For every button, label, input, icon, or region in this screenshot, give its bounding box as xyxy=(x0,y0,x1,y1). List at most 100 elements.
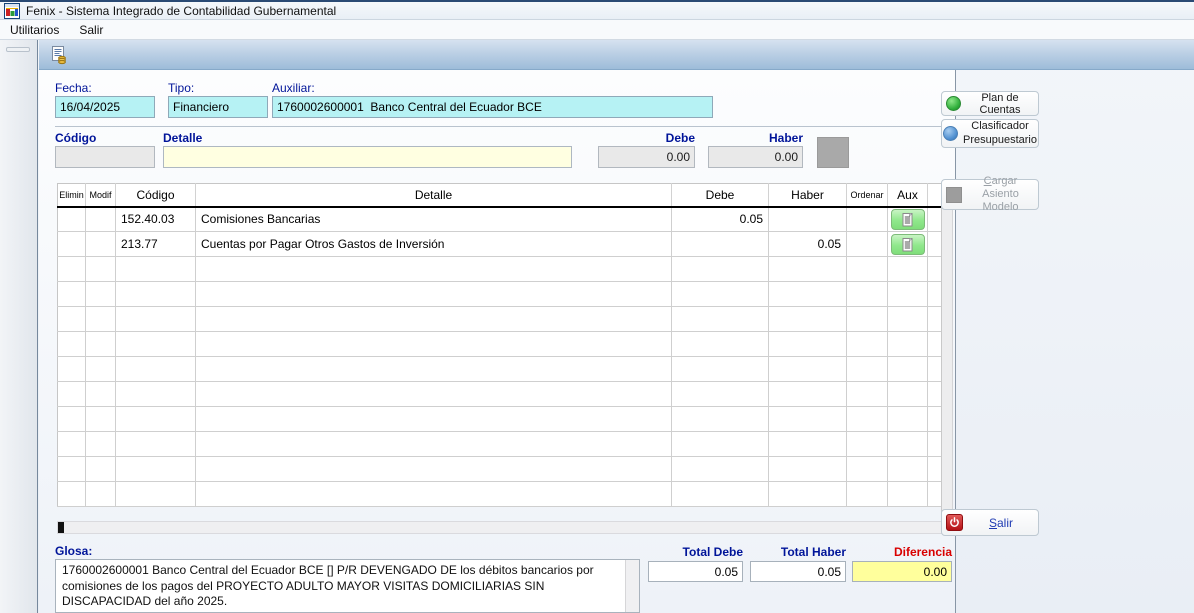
cell-aux xyxy=(888,307,928,332)
cell-ordenar xyxy=(847,207,888,232)
window-title: Fenix - Sistema Integrado de Contabilida… xyxy=(26,4,336,18)
cell-elimin xyxy=(58,432,86,457)
auxiliar-input[interactable] xyxy=(272,96,713,118)
cell-aux xyxy=(888,407,928,432)
cell-haber xyxy=(769,332,847,357)
glosa-text: 1760002600001 Banco Central del Ecuador … xyxy=(62,563,594,608)
debe-input[interactable] xyxy=(598,146,695,168)
cell-haber: 0.05 xyxy=(769,232,847,257)
cargar-asiento-modelo-button[interactable]: Cargar Asiento Modelo xyxy=(941,179,1039,210)
debe-label: Debe xyxy=(598,131,695,145)
form-separator xyxy=(55,126,952,127)
cell-codigo xyxy=(116,407,196,432)
aux-button[interactable] xyxy=(891,209,925,230)
cell-detalle xyxy=(196,257,672,282)
fecha-label: Fecha: xyxy=(55,81,92,95)
cell-modif xyxy=(86,307,116,332)
col-header-detalle: Detalle xyxy=(196,184,672,207)
aux-button[interactable] xyxy=(891,234,925,255)
table-row xyxy=(58,432,942,457)
cell-elimin xyxy=(58,207,86,232)
cell-debe xyxy=(672,307,769,332)
add-line-button[interactable] xyxy=(817,137,849,168)
cell-debe xyxy=(672,432,769,457)
app-icon xyxy=(4,3,20,19)
cargar-asiento-label: Cargar Asiento Modelo xyxy=(967,175,1034,215)
cell-debe xyxy=(672,407,769,432)
cell-aux xyxy=(888,282,928,307)
cell-aux xyxy=(888,357,928,382)
entries-grid: Elimin Modif Código Detalle Debe Haber O… xyxy=(57,183,942,507)
col-header-ordenar: Ordenar xyxy=(847,184,888,207)
cell-haber xyxy=(769,307,847,332)
cell-elimin xyxy=(58,457,86,482)
haber-input[interactable] xyxy=(708,146,803,168)
grid-horizontal-scrollbar[interactable] xyxy=(57,521,953,534)
cell-codigo: 213.77 xyxy=(116,232,196,257)
total-debe-label: Total Debe xyxy=(648,545,743,559)
fecha-input[interactable] xyxy=(55,96,155,118)
cell-filler xyxy=(928,257,942,282)
glosa-scrollbar[interactable] xyxy=(625,560,639,612)
table-row[interactable]: 213.77Cuentas por Pagar Otros Gastos de … xyxy=(58,232,942,257)
scrollbar-thumb[interactable] xyxy=(58,522,64,533)
cell-modif xyxy=(86,257,116,282)
col-header-codigo: Código xyxy=(116,184,196,207)
glosa-textarea[interactable]: 1760002600001 Banco Central del Ecuador … xyxy=(55,559,640,613)
col-header-filler xyxy=(928,184,942,207)
detalle-input[interactable] xyxy=(163,146,572,168)
clasificador-presupuestario-button[interactable]: Clasificador Presupuestario xyxy=(941,119,1039,148)
cell-detalle: Cuentas por Pagar Otros Gastos de Invers… xyxy=(196,232,672,257)
cell-ordenar xyxy=(847,457,888,482)
salir-button[interactable]: Salir xyxy=(941,509,1039,536)
cell-debe xyxy=(672,457,769,482)
menu-utilitarios[interactable]: Utilitarios xyxy=(0,21,69,39)
cell-elimin xyxy=(58,232,86,257)
cell-ordenar xyxy=(847,432,888,457)
entry-table-body: 152.40.03Comisiones Bancarias0.05213.77C… xyxy=(58,207,942,507)
tipo-input[interactable] xyxy=(168,96,268,118)
tipo-label: Tipo: xyxy=(168,81,194,95)
cell-haber xyxy=(769,257,847,282)
panel-splitter-grip[interactable] xyxy=(6,47,30,52)
total-debe-field xyxy=(648,561,743,582)
menu-salir[interactable]: Salir xyxy=(69,21,113,39)
cell-modif xyxy=(86,332,116,357)
cell-filler xyxy=(928,432,942,457)
cell-filler xyxy=(928,232,942,257)
cell-modif xyxy=(86,357,116,382)
cell-ordenar xyxy=(847,407,888,432)
cell-elimin xyxy=(58,257,86,282)
cell-codigo xyxy=(116,307,196,332)
new-entry-button[interactable] xyxy=(47,43,71,67)
cell-elimin xyxy=(58,482,86,507)
cell-codigo xyxy=(116,482,196,507)
col-header-debe: Debe xyxy=(672,184,769,207)
codigo-label: Código xyxy=(55,131,96,145)
codigo-input[interactable] xyxy=(55,146,155,168)
plan-de-cuentas-label: Plan de Cuentas xyxy=(966,92,1034,116)
cell-ordenar xyxy=(847,382,888,407)
cell-ordenar xyxy=(847,232,888,257)
cell-ordenar xyxy=(847,282,888,307)
cell-modif xyxy=(86,457,116,482)
cell-haber xyxy=(769,482,847,507)
salir-label: Salir xyxy=(968,516,1034,530)
table-row[interactable]: 152.40.03Comisiones Bancarias0.05 xyxy=(58,207,942,232)
cell-haber xyxy=(769,432,847,457)
grid-vertical-scrollbar[interactable] xyxy=(941,183,953,520)
cell-aux xyxy=(888,432,928,457)
cell-elimin xyxy=(58,332,86,357)
cell-modif xyxy=(86,282,116,307)
cell-ordenar xyxy=(847,257,888,282)
plan-de-cuentas-button[interactable]: Plan de Cuentas xyxy=(941,91,1039,116)
cell-filler xyxy=(928,407,942,432)
cell-detalle xyxy=(196,332,672,357)
col-header-elimin: Elimin xyxy=(58,184,86,207)
cell-detalle xyxy=(196,432,672,457)
blue-sphere-icon xyxy=(943,126,958,141)
cell-filler xyxy=(928,357,942,382)
diferencia-field xyxy=(852,561,952,582)
cell-filler xyxy=(928,382,942,407)
title-bar: Fenix - Sistema Integrado de Contabilida… xyxy=(0,0,1194,20)
